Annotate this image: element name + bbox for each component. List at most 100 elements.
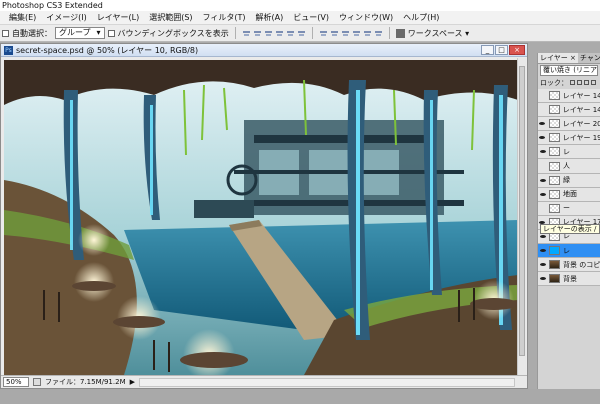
layer-row[interactable]: レイヤー 20	[538, 117, 600, 132]
lock-all-icon[interactable]	[591, 80, 596, 85]
layer-row[interactable]: 人	[538, 159, 600, 174]
eye-icon[interactable]	[538, 260, 547, 269]
file-size-info: ファイル：7.15M/91.2M	[45, 378, 126, 386]
align-bottom-icon[interactable]	[264, 29, 273, 38]
horizontal-scrollbar[interactable]	[139, 377, 515, 387]
bounding-box-checkbox[interactable]	[107, 29, 115, 37]
distribute-left-icon[interactable]	[352, 29, 361, 38]
eye-icon[interactable]	[538, 190, 547, 199]
document-titlebar[interactable]: Ps secret-space.psd @ 50% (レイヤー 10, RGB/…	[1, 44, 527, 57]
align-top-icon[interactable]	[242, 29, 251, 38]
menu-select[interactable]: 選択範囲(S)	[144, 12, 197, 23]
layer-row[interactable]: ー	[538, 201, 600, 216]
options-bar: 自動選択： グループ ▾ バウンディングボックスを表示 ワークスペース ▾	[0, 25, 600, 42]
tab-layers[interactable]: レイヤー ×	[538, 53, 578, 63]
blend-mode-row: 覆い焼き (リニア...	[538, 64, 600, 77]
menu-layer[interactable]: レイヤー(L)	[92, 12, 144, 23]
layer-name: 地面	[563, 190, 577, 199]
layer-name: 背景 のコピ	[563, 260, 600, 269]
menu-analysis[interactable]: 解析(A)	[251, 12, 289, 23]
eye-icon[interactable]	[538, 105, 547, 114]
auto-select-value: グループ	[59, 28, 91, 37]
distribute-top-icon[interactable]	[319, 29, 328, 38]
layer-row[interactable]: レイヤー 14	[538, 103, 600, 118]
eye-icon[interactable]	[538, 176, 547, 185]
eye-icon[interactable]	[538, 91, 547, 100]
layer-row[interactable]: 緑	[538, 173, 600, 188]
lock-transparency-icon[interactable]	[570, 80, 575, 85]
menu-image[interactable]: イメージ(I)	[41, 12, 91, 23]
eye-icon[interactable]	[538, 204, 547, 213]
divider	[234, 27, 236, 39]
layer-row[interactable]: レイヤー 14	[538, 89, 600, 104]
align-left-icon[interactable]	[275, 29, 284, 38]
blend-mode-dropdown[interactable]: 覆い焼き (リニア...	[540, 65, 598, 76]
layer-thumbnail	[549, 161, 560, 171]
workspace-button[interactable]: ワークスペース ▾	[408, 28, 469, 39]
vertical-scrollbar[interactable]	[517, 58, 526, 375]
status-menu-arrow-icon[interactable]: ▶	[130, 378, 135, 386]
lock-label: ロック：	[540, 78, 568, 87]
align-vcenter-icon[interactable]	[253, 29, 262, 38]
layer-thumbnail	[548, 105, 560, 115]
layer-thumbnail	[548, 119, 560, 129]
status-info-icon[interactable]	[33, 378, 41, 386]
layer-thumbnail	[549, 260, 560, 270]
eye-icon[interactable]	[538, 119, 547, 128]
lock-pixels-icon[interactable]	[577, 80, 582, 85]
menu-edit[interactable]: 編集(E)	[4, 12, 41, 23]
zoom-field[interactable]: 50%	[3, 377, 29, 387]
tab-channels[interactable]: チャンネル	[578, 53, 600, 63]
eye-icon[interactable]	[538, 133, 547, 142]
menu-window[interactable]: ウィンドウ(W)	[334, 12, 398, 23]
document-title: secret-space.psd @ 50% (レイヤー 10, RGB/8)	[16, 45, 199, 55]
menu-filter[interactable]: フィルタ(T)	[198, 12, 251, 23]
distribute-right-icon[interactable]	[374, 29, 383, 38]
lock-position-icon[interactable]	[584, 80, 589, 85]
panel-tabs: レイヤー × チャンネル	[538, 53, 600, 64]
eye-icon[interactable]	[538, 147, 547, 156]
auto-select-checkbox[interactable]	[2, 29, 9, 37]
align-hcenter-icon[interactable]	[286, 29, 295, 38]
eye-icon[interactable]	[538, 274, 547, 283]
layer-thumbnail	[549, 203, 560, 213]
window-controls: _ □ ×	[481, 45, 527, 55]
layer-row[interactable]: 背景	[538, 272, 600, 287]
auto-select-label: 自動選択：	[12, 28, 52, 38]
close-button[interactable]: ×	[509, 45, 525, 55]
align-right-icon[interactable]	[297, 29, 306, 38]
menu-bar: 編集(E) イメージ(I) レイヤー(L) 選択範囲(S) フィルタ(T) 解析…	[0, 11, 600, 25]
image-canvas[interactable]	[4, 60, 518, 375]
chevron-down-icon: ▾	[96, 28, 101, 37]
minimize-button[interactable]: _	[481, 45, 494, 55]
auto-select-dropdown[interactable]: グループ ▾	[55, 27, 105, 39]
layer-thumbnail	[549, 189, 560, 199]
distribute-bottom-icon[interactable]	[341, 29, 350, 38]
layer-row[interactable]: レ	[538, 145, 600, 160]
fantasy-cave-artwork	[4, 60, 518, 375]
distribute-vcenter-icon[interactable]	[330, 29, 339, 38]
maximize-button[interactable]: □	[495, 45, 508, 55]
distribute-hcenter-icon[interactable]	[363, 29, 372, 38]
layer-row[interactable]: レイヤー 19	[538, 131, 600, 146]
layer-name: レイヤー 19	[562, 133, 600, 142]
eye-icon[interactable]	[538, 162, 547, 171]
bounding-box-label: バウンディングボックスを表示	[117, 28, 229, 38]
status-bar: 50% ファイル：7.15M/91.2M ▶	[1, 375, 527, 388]
menu-view[interactable]: ビュー(V)	[288, 12, 334, 23]
layer-name: 背景	[563, 274, 577, 283]
app-title: Photoshop CS3 Extended	[0, 0, 600, 11]
vertical-scroll-thumb[interactable]	[519, 66, 525, 356]
layer-name: 人	[563, 162, 570, 171]
workspace-icon[interactable]	[395, 28, 405, 38]
menu-help[interactable]: ヘルプ(H)	[398, 12, 444, 23]
layer-row[interactable]: 地面	[538, 187, 600, 202]
layer-row[interactable]: レ	[538, 244, 600, 259]
layer-thumbnail	[548, 91, 560, 101]
lock-row: ロック：	[538, 77, 600, 88]
layer-thumbnail	[549, 274, 560, 284]
layer-row[interactable]: 背景 のコピ	[538, 258, 600, 273]
photoshop-doc-icon: Ps	[4, 45, 13, 55]
layer-name: レ	[563, 246, 570, 255]
eye-icon[interactable]	[538, 246, 547, 255]
